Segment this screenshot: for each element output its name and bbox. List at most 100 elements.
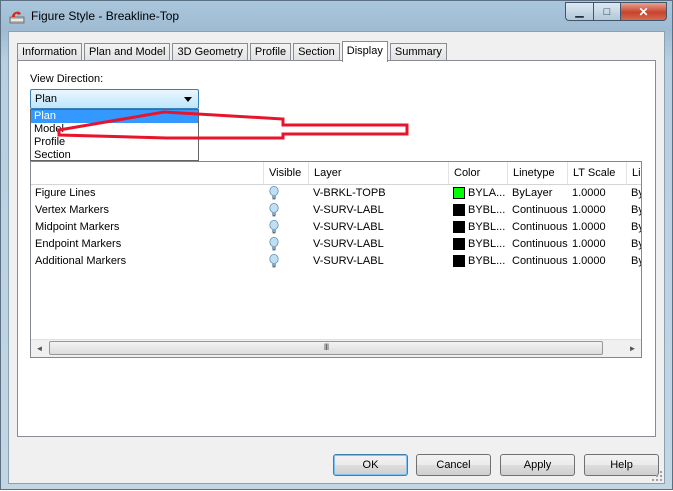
cancel-button[interactable]: Cancel [416,454,491,476]
color-value: BYBL... [468,255,506,267]
color-cell[interactable]: BYBL... [449,219,508,236]
visible-cell[interactable] [264,253,309,270]
table-row[interactable]: Figure Lines V-BRKL-TOPB BYLA... ByLayer 1.0… [31,185,641,202]
header-color[interactable]: Color [449,162,508,184]
minimize-button[interactable]: ▁ [565,2,593,21]
linetype-cell[interactable]: Continuous [508,202,568,219]
close-button[interactable]: ✕ [620,2,667,21]
scroll-left-icon[interactable]: ◄ [31,340,48,357]
view-direction-dropdown-list: Plan Model Profile Section [30,109,199,161]
tab-display[interactable]: Display [341,41,388,62]
component-name: Figure Lines [35,187,96,199]
lt-scale-cell[interactable]: 1.0000 [568,185,627,202]
lightbulb-on-icon[interactable] [269,203,279,219]
scroll-thumb[interactable]: III [49,341,603,355]
linetype-cell[interactable]: Continuous [508,236,568,253]
visible-cell[interactable] [264,236,309,253]
lineweight-cell[interactable]: ByBlo [627,219,641,236]
apply-button[interactable]: Apply [500,454,575,476]
component-name: Vertex Markers [35,204,109,216]
lt-scale-cell[interactable]: 1.0000 [568,253,627,270]
option-plan[interactable]: Plan [31,110,198,123]
window-title: Figure Style - Breakline-Top [31,9,180,23]
table-row[interactable]: Vertex Markers V-SURV-LABL BYBL... Continuo… [31,202,641,219]
color-swatch [453,238,465,250]
help-button[interactable]: Help [584,454,659,476]
color-value: BYBL... [468,221,506,233]
color-cell[interactable]: BYBL... [449,253,508,270]
table-row[interactable]: Endpoint Markers V-SURV-LABL BYBL... Contin… [31,236,641,253]
layer-cell[interactable]: V-SURV-LABL [309,253,449,270]
component-name: Additional Markers [35,255,127,267]
option-model[interactable]: Model [31,123,198,136]
layer-cell[interactable]: V-SURV-LABL [309,236,449,253]
maximize-icon: □ [603,5,611,18]
color-value: BYLA... [468,187,506,199]
header-layer[interactable]: Layer [309,162,449,184]
layer-cell[interactable]: V-SURV-LABL [309,202,449,219]
layer-cell[interactable]: V-SURV-LABL [309,219,449,236]
tab-3d-geometry[interactable]: 3D Geometry [172,43,248,61]
lightbulb-on-icon[interactable] [269,254,279,270]
visible-cell[interactable] [264,219,309,236]
lineweight-cell[interactable]: ByBlo [627,236,641,253]
view-direction-label: View Direction: [30,73,104,85]
header-lineweight[interactable]: Line [627,162,641,184]
horizontal-scrollbar[interactable]: ◄ III ► [31,339,641,357]
color-cell[interactable]: BYBL... [449,236,508,253]
lightbulb-on-icon[interactable] [269,186,279,202]
tab-section[interactable]: Section [293,43,340,61]
tab-profile[interactable]: Profile [249,43,292,61]
color-value: BYBL... [468,204,506,216]
component-name: Endpoint Markers [35,238,122,250]
dropdown-arrow-icon[interactable] [184,97,192,102]
color-value: BYBL... [468,238,506,250]
table-row[interactable]: Midpoint Markers V-SURV-LABL BYBL... Contin… [31,219,641,236]
color-swatch [453,255,465,267]
linetype-cell[interactable]: Continuous [508,253,568,270]
view-direction-combobox[interactable]: Plan [30,89,199,109]
tab-summary[interactable]: Summary [389,43,447,61]
color-cell[interactable]: BYBL... [449,202,508,219]
header-lt-scale[interactable]: LT Scale [568,162,627,184]
header-component[interactable] [31,162,264,184]
tab-information[interactable]: Information [17,43,83,61]
color-swatch [453,204,465,216]
table-row[interactable]: Additional Markers V-SURV-LABL BYBL... Cont… [31,253,641,270]
component-name: Midpoint Markers [35,221,120,233]
visible-cell[interactable] [264,202,309,219]
lineweight-cell[interactable]: ByBlo [627,202,641,219]
tab-plan-and-model[interactable]: Plan and Model [84,43,171,61]
ok-button[interactable]: OK [333,454,408,476]
lt-scale-cell[interactable]: 1.0000 [568,202,627,219]
civil3d-app-icon [9,11,25,24]
resize-grip-icon[interactable] [652,471,662,481]
layer-cell[interactable]: V-BRKL-TOPB [309,185,449,202]
dialog-client-area: Information Plan and Model 3D Geometry P… [8,31,665,484]
linetype-cell[interactable]: Continuous [508,219,568,236]
title-bar[interactable]: Figure Style - Breakline-Top ▁ □ ✕ [1,1,672,31]
lineweight-cell[interactable]: ByBlo [627,253,641,270]
header-visible[interactable]: Visible [264,162,309,184]
lt-scale-cell[interactable]: 1.0000 [568,219,627,236]
component-display-table: Visible Layer Color Linetype LT Scale Li… [30,161,642,358]
linetype-cell[interactable]: ByLayer [508,185,568,202]
option-section[interactable]: Section [31,149,198,162]
color-swatch [453,221,465,233]
lightbulb-on-icon[interactable] [269,237,279,253]
header-linetype[interactable]: Linetype [508,162,568,184]
close-icon: ✕ [638,4,649,19]
lightbulb-on-icon[interactable] [269,220,279,236]
lt-scale-cell[interactable]: 1.0000 [568,236,627,253]
scroll-right-icon[interactable]: ► [624,340,641,357]
visible-cell[interactable] [264,185,309,202]
color-cell[interactable]: BYLA... [449,185,508,202]
tab-strip: Information Plan and Model 3D Geometry P… [17,39,449,62]
figure-style-dialog: Figure Style - Breakline-Top ▁ □ ✕ Infor… [0,0,673,490]
color-swatch [453,187,465,199]
table-header: Visible Layer Color Linetype LT Scale Li… [31,162,641,185]
maximize-button[interactable]: □ [593,2,620,21]
view-direction-value: Plan [35,93,58,105]
option-profile[interactable]: Profile [31,136,198,149]
lineweight-cell[interactable]: ByBlo [627,185,641,202]
